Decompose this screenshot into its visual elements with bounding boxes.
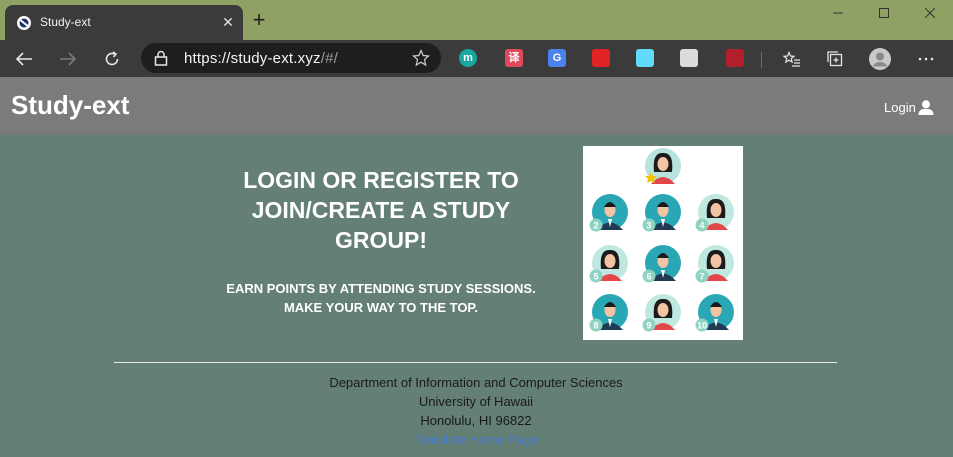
subheadline-line-2: MAKE YOUR WAY TO THE TOP. — [283, 300, 479, 315]
user-icon — [918, 99, 934, 115]
url-host: https://study-ext.xyz — [184, 50, 321, 67]
app-navbar: Study-ext Login — [0, 77, 953, 135]
refresh-icon — [105, 51, 119, 66]
browser-toolbar: https://study-ext.xyz/#/ m 译 G — [0, 40, 953, 77]
ranked-avatar: 6 — [642, 245, 681, 283]
tab-title: Study-ext — [40, 15, 91, 29]
url-text: https://study-ext.xyz/#/ — [184, 50, 338, 67]
back-arrow-icon — [15, 52, 32, 66]
subheadline-line-1: EARN POINTS BY ATTENDING STUDY SESSIONS. — [226, 281, 536, 296]
footer-department: Department of Information and Computer S… — [329, 375, 623, 390]
forward-arrow-icon — [60, 52, 77, 66]
ranked-avatar: 4 — [695, 194, 734, 232]
ranked-people-illustration: 2 3 4 5 6 7 8 9 10 — [583, 146, 743, 340]
ranked-avatar: 2 — [589, 194, 628, 232]
ranked-avatar: 8 — [589, 294, 628, 332]
rank-number: 2 — [593, 221, 598, 231]
back-button[interactable] — [9, 44, 39, 74]
mendeley-ext-icon[interactable]: m — [459, 49, 477, 67]
profile-button[interactable] — [865, 44, 895, 74]
close-window-button[interactable] — [907, 0, 953, 30]
rank-number: 6 — [646, 272, 651, 282]
tab-strip: Study-ext ✕ + — [0, 0, 953, 40]
template-home-link[interactable]: Template Home Page — [226, 430, 726, 449]
rank-number: 9 — [646, 321, 651, 331]
ranked-avatar — [645, 148, 681, 184]
settings-menu-button[interactable] — [911, 44, 941, 74]
ranked-avatar: 5 — [589, 245, 628, 283]
translate-red-ext-icon[interactable]: 译 — [505, 49, 523, 67]
site-favicon-icon — [17, 16, 31, 30]
rank-number: 7 — [699, 272, 704, 282]
refresh-button[interactable] — [97, 44, 127, 74]
footer-university: University of Hawaii — [418, 394, 534, 409]
close-icon — [925, 8, 935, 18]
new-tab-button[interactable]: + — [248, 9, 270, 32]
profile-avatar-icon — [869, 48, 891, 70]
footer-address: Honolulu, HI 96822 — [420, 413, 532, 428]
shield-ext-icon[interactable] — [592, 49, 610, 67]
address-bar[interactable]: https://study-ext.xyz/#/ — [141, 43, 441, 73]
url-path: /#/ — [320, 50, 339, 67]
login-label: Login — [884, 99, 916, 115]
tab-close-icon[interactable]: ✕ — [220, 14, 236, 30]
page-subheadline: EARN POINTS BY ATTENDING STUDY SESSIONS.… — [201, 279, 561, 317]
lock-icon — [154, 50, 168, 66]
collections-button[interactable] — [820, 44, 850, 74]
rank-number: 3 — [646, 221, 651, 231]
footer-divider — [114, 362, 837, 363]
rank-number: 10 — [697, 321, 707, 331]
collections-icon — [827, 51, 843, 67]
google-translate-ext-icon[interactable]: G — [548, 49, 566, 67]
maximize-button[interactable] — [861, 0, 907, 30]
rank-number: 5 — [593, 272, 598, 282]
maximize-icon — [879, 8, 889, 18]
react-devtools-ext-icon[interactable] — [636, 49, 654, 67]
rank-number: 8 — [593, 321, 598, 331]
forward-button[interactable] — [53, 44, 83, 74]
ruler-ext-icon[interactable] — [726, 49, 744, 67]
ranked-avatar: 7 — [695, 245, 734, 283]
minimize-button[interactable] — [815, 0, 861, 30]
favorite-star-icon[interactable] — [412, 49, 430, 67]
ranked-avatar: 10 — [695, 294, 734, 332]
rank-number: 4 — [699, 221, 704, 231]
page-headline: LOGIN OR REGISTER TO JOIN/CREATE A STUDY… — [243, 167, 519, 253]
brand-logo-text[interactable]: Study-ext — [11, 90, 129, 121]
login-link[interactable]: Login — [884, 98, 934, 116]
minimize-icon — [833, 12, 843, 14]
page-footer: Department of Information and Computer S… — [226, 373, 726, 449]
toolbar-separator — [761, 52, 762, 68]
browser-tab[interactable]: Study-ext ✕ — [5, 5, 243, 40]
tampermonkey-ext-icon[interactable] — [680, 49, 698, 67]
ranked-avatar: 9 — [642, 294, 681, 332]
favorites-list-icon — [783, 51, 800, 67]
favorites-button[interactable] — [777, 44, 807, 74]
more-dots-icon — [918, 57, 934, 61]
ranked-avatar: 3 — [642, 194, 681, 232]
